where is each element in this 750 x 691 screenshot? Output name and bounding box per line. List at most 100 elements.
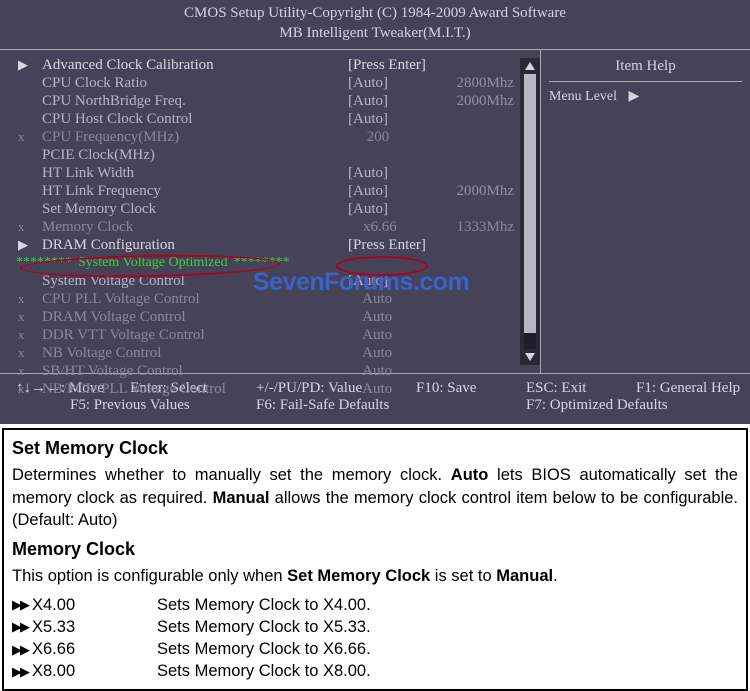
main-column: ▶Advanced Clock Calibration[Press Enter]… — [0, 50, 540, 373]
menu-item-label: HT Link Frequency — [42, 182, 348, 200]
disabled-marker-icon: x — [16, 326, 42, 344]
doc-option: ▶▶X8.00Sets Memory Clock to X8.00. — [12, 660, 738, 682]
doc-option-label: X4.00 — [32, 594, 157, 616]
triangle-right-icon: ▶ — [629, 89, 640, 104]
menu-item-extra: 2800Mhz — [448, 74, 518, 92]
menu-item-value: 200 — [348, 128, 448, 146]
menu-item[interactable]: CPU NorthBridge Freq.[Auto]2000Mhz — [16, 92, 520, 110]
hint-f1: F1: General Help — [636, 380, 740, 397]
menu-item-value: [Auto] — [348, 74, 448, 92]
header-line2: MB Intelligent Tweaker(M.I.T.) — [0, 24, 750, 44]
menu-item[interactable]: ▶DRAM Configuration[Press Enter] — [16, 236, 520, 254]
menu-item: xCPU PLL Voltage Control Auto — [16, 290, 520, 308]
help-menu-level: Menu Level ▶ — [549, 88, 742, 105]
hint-f5: F5: Previous Values — [16, 397, 256, 414]
section-divider: ********System Voltage Optimized******** — [16, 254, 520, 272]
menu-item-extra: 2000Mhz — [448, 92, 518, 110]
bios-body: ▶Advanced Clock Calibration[Press Enter]… — [0, 49, 750, 374]
double-triangle-icon: ▶▶ — [12, 641, 32, 659]
scrollbar[interactable] — [520, 58, 540, 365]
doc-option-label: X5.33 — [32, 616, 157, 638]
hint-f7: F7: Optimized Defaults — [526, 397, 668, 414]
double-triangle-icon: ▶▶ — [12, 663, 32, 681]
scrollbar-thumb[interactable] — [524, 74, 536, 333]
menu-item-value: Auto — [348, 308, 448, 326]
disabled-marker-icon: x — [16, 362, 42, 380]
disabled-marker-icon: x — [16, 308, 42, 326]
triangle-right-icon: ▶ — [16, 56, 42, 74]
doc-option-desc: Sets Memory Clock to X5.33. — [157, 616, 371, 638]
menu-item: xSB/HT Voltage Control Auto — [16, 362, 520, 380]
menu-item-label: DDR VTT Voltage Control — [42, 326, 348, 344]
menu-item-label: Set Memory Clock — [42, 200, 348, 218]
menu-item-label: SB/HT Voltage Control — [42, 362, 348, 380]
menu-item-extra: 2000Mhz — [448, 182, 518, 200]
doc-option-label: X8.00 — [32, 660, 157, 682]
scroll-up-icon[interactable] — [520, 58, 540, 74]
bios-window: CMOS Setup Utility-Copyright (C) 1984-20… — [0, 0, 750, 424]
bios-header: CMOS Setup Utility-Copyright (C) 1984-20… — [0, 0, 750, 49]
menu-list[interactable]: ▶Advanced Clock Calibration[Press Enter]… — [0, 50, 520, 373]
menu-item-value: [Auto] — [348, 182, 448, 200]
menu-item: xMemory Clock x6.661333Mhz — [16, 218, 520, 236]
doc-heading-2: Memory Clock — [12, 537, 738, 561]
double-triangle-icon: ▶▶ — [12, 618, 32, 636]
menu-item-value: [Press Enter] — [348, 236, 448, 254]
menu-item[interactable]: PCIE Clock(MHz) — [16, 146, 520, 164]
header-line1: CMOS Setup Utility-Copyright (C) 1984-20… — [0, 4, 750, 24]
menu-item: xDRAM Voltage Control Auto — [16, 308, 520, 326]
menu-item-label: DRAM Configuration — [42, 236, 348, 254]
doc-option: ▶▶X6.66Sets Memory Clock to X6.66. — [12, 638, 738, 660]
menu-item-value: [Press Enter] — [348, 56, 448, 74]
menu-item-value: Auto — [348, 344, 448, 362]
menu-item-label: NB/PCIe/PLL Voltage Control — [42, 380, 348, 398]
menu-item-label: Memory Clock — [42, 218, 348, 236]
menu-item[interactable]: ▶Advanced Clock Calibration[Press Enter] — [16, 56, 520, 74]
disabled-marker-icon: x — [16, 218, 42, 236]
menu-item[interactable]: System Voltage Control[Auto] — [16, 272, 520, 290]
menu-item: xNB Voltage Control Auto — [16, 344, 520, 362]
doc-option-desc: Sets Memory Clock to X6.66. — [157, 638, 371, 660]
doc-option: ▶▶X5.33Sets Memory Clock to X5.33. — [12, 616, 738, 638]
menu-item-label: CPU Clock Ratio — [42, 74, 348, 92]
scroll-down-icon[interactable] — [520, 349, 540, 365]
hint-esc: ESC: Exit — [526, 380, 636, 397]
menu-item-label: CPU Host Clock Control — [42, 110, 348, 128]
doc-option-desc: Sets Memory Clock to X8.00. — [157, 660, 371, 682]
doc-option: ▶▶X4.00Sets Memory Clock to X4.00. — [12, 594, 738, 616]
menu-item[interactable]: CPU Host Clock Control[Auto] — [16, 110, 520, 128]
disabled-marker-icon: x — [16, 344, 42, 362]
stars-icon: ******** — [234, 254, 290, 272]
doc-heading-1: Set Memory Clock — [12, 436, 738, 460]
menu-item-value: [Auto] — [348, 92, 448, 110]
stars-icon: ******** — [16, 254, 72, 272]
scrollbar-track[interactable] — [524, 74, 536, 349]
triangle-right-icon: ▶ — [16, 236, 42, 254]
menu-level-label: Menu Level — [549, 89, 617, 104]
menu-item: xDDR VTT Voltage Control Auto — [16, 326, 520, 344]
menu-item-value: x6.66 — [348, 218, 448, 236]
menu-item: xNB/PCIe/PLL Voltage Control Auto — [16, 380, 520, 398]
menu-item-label: NB Voltage Control — [42, 344, 348, 362]
menu-item-value: Auto — [348, 326, 448, 344]
hint-f6: F6: Fail-Safe Defaults — [256, 397, 526, 414]
menu-item[interactable]: Set Memory Clock[Auto] — [16, 200, 520, 218]
menu-item-label: Advanced Clock Calibration — [42, 56, 348, 74]
disabled-marker-icon: x — [16, 290, 42, 308]
help-column: Item Help Menu Level ▶ — [540, 50, 750, 373]
menu-item-value: Auto — [348, 380, 448, 398]
menu-item[interactable]: CPU Clock Ratio[Auto]2800Mhz — [16, 74, 520, 92]
menu-item-label: PCIE Clock(MHz) — [42, 146, 348, 164]
menu-item-value: [Auto] — [348, 164, 448, 182]
menu-item[interactable]: HT Link Width[Auto] — [16, 164, 520, 182]
double-triangle-icon: ▶▶ — [12, 596, 32, 614]
help-document: Set Memory Clock Determines whether to m… — [2, 428, 748, 691]
menu-item: xCPU Frequency(MHz) 200 — [16, 128, 520, 146]
help-title: Item Help — [549, 58, 742, 82]
menu-item-value: Auto — [348, 290, 448, 308]
disabled-marker-icon: x — [16, 380, 42, 398]
menu-item[interactable]: HT Link Frequency[Auto]2000Mhz — [16, 182, 520, 200]
disabled-marker-icon: x — [16, 128, 42, 146]
doc-paragraph-1: Determines whether to manually set the m… — [12, 464, 738, 531]
menu-item-label: HT Link Width — [42, 164, 348, 182]
